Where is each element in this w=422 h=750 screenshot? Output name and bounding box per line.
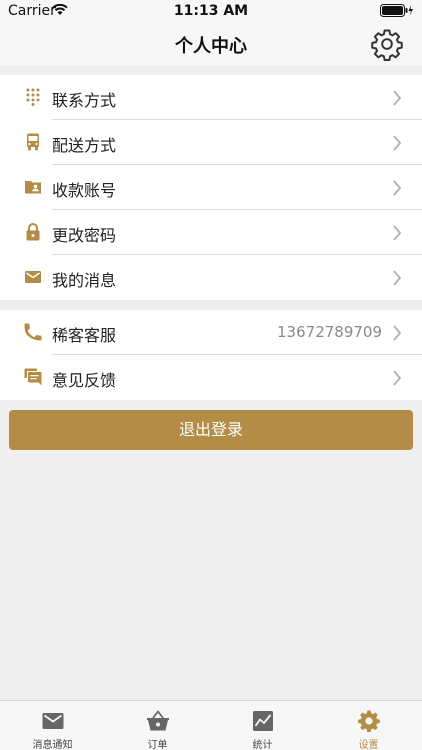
row-label: 配送方式 xyxy=(52,136,117,155)
basket-icon xyxy=(147,710,169,731)
phone-icon xyxy=(24,323,42,341)
tab-label: 设置 xyxy=(358,740,379,750)
tab-bar: 消息通知 订单 统计 设置 xyxy=(0,700,422,750)
page-title: 个人中心 xyxy=(175,36,247,57)
row-customer-service[interactable]: 稀客客服 13672789709 xyxy=(0,310,422,355)
chevron-right-icon xyxy=(393,370,402,386)
chevron-right-icon xyxy=(393,90,402,106)
row-contact[interactable]: 联系方式 xyxy=(0,75,422,120)
tab-label: 订单 xyxy=(147,740,168,750)
feedback-icon xyxy=(24,368,42,386)
row-delivery[interactable]: 配送方式 xyxy=(0,120,422,165)
dialpad-icon xyxy=(26,88,40,106)
row-feedback[interactable]: 意见反馈 xyxy=(0,355,422,400)
tab-settings[interactable]: 设置 xyxy=(316,701,421,750)
gear-icon[interactable] xyxy=(370,27,404,61)
nav-bar: 个人中心 xyxy=(0,22,422,66)
chevron-right-icon xyxy=(393,270,402,286)
account-folder-icon xyxy=(25,181,41,194)
tab-label: 消息通知 xyxy=(32,740,73,750)
service-phone-number: 13672789709 xyxy=(277,323,382,341)
battery-icon xyxy=(380,4,413,17)
tab-label: 统计 xyxy=(252,740,273,750)
row-label: 更改密码 xyxy=(52,226,117,245)
status-time: 11:13 AM xyxy=(173,3,249,19)
tab-statistics[interactable]: 统计 xyxy=(210,701,315,750)
mail-icon xyxy=(25,271,41,283)
row-change-password[interactable]: 更改密码 xyxy=(0,210,422,255)
row-label: 稀客客服 xyxy=(52,326,117,345)
settings-group-support: 稀客客服 13672789709 意见反馈 xyxy=(0,310,422,400)
row-payment-account[interactable]: 收款账号 xyxy=(0,165,422,210)
status-bar: Carrier 11:13 AM xyxy=(0,0,422,22)
row-label: 我的消息 xyxy=(52,271,117,290)
settings-group-account: 联系方式 配送方式 收款账号 更改密码 我的消息 xyxy=(0,75,422,300)
mail-icon xyxy=(42,713,64,729)
gear-icon xyxy=(358,710,380,733)
row-label: 意见反馈 xyxy=(52,371,117,390)
bus-icon xyxy=(27,133,39,151)
row-label: 收款账号 xyxy=(52,181,117,200)
logout-button[interactable]: 退出登录 xyxy=(9,410,413,450)
chevron-right-icon xyxy=(393,225,402,241)
row-label: 联系方式 xyxy=(52,91,117,110)
tab-notifications[interactable]: 消息通知 xyxy=(0,701,105,750)
tab-orders[interactable]: 订单 xyxy=(105,701,210,750)
lock-icon xyxy=(26,223,40,241)
chevron-right-icon xyxy=(393,135,402,151)
chart-icon xyxy=(253,711,273,731)
row-my-messages[interactable]: 我的消息 xyxy=(0,255,422,300)
chevron-right-icon xyxy=(393,325,402,341)
chevron-right-icon xyxy=(393,180,402,196)
